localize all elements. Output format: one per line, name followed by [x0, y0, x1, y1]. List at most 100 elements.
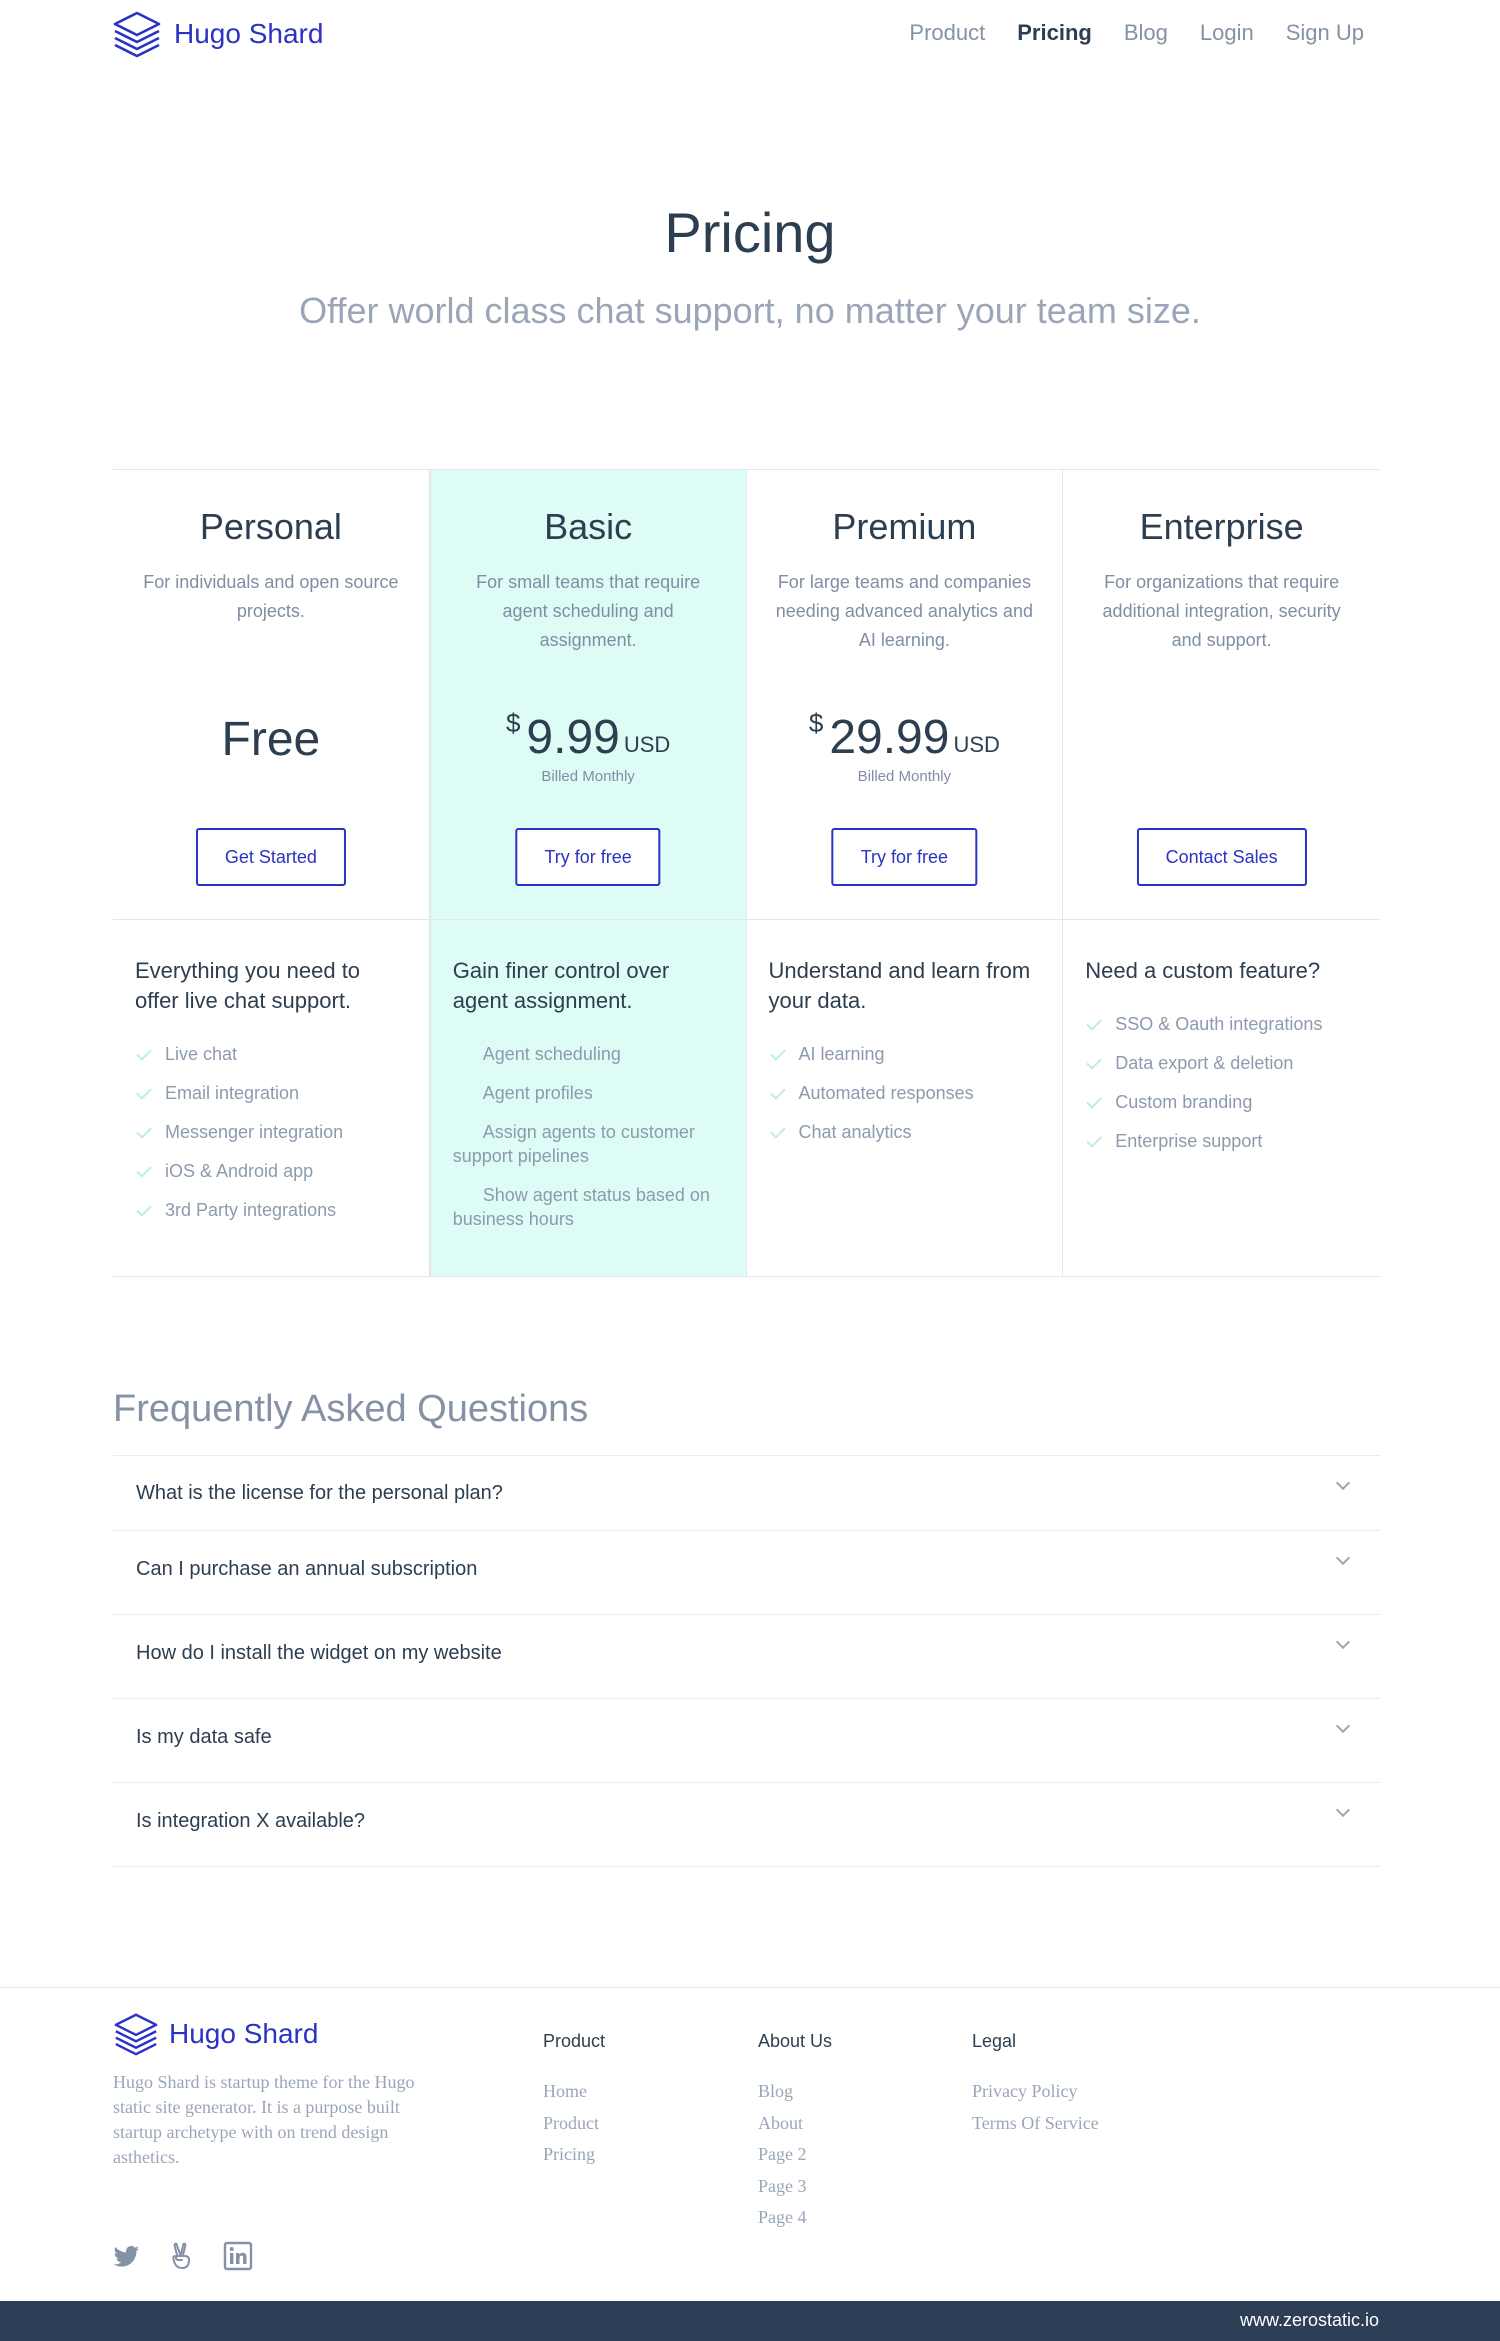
feature-item: Agent profiles [482, 1083, 593, 1103]
footer-link-pricing[interactable]: Pricing [543, 2139, 605, 2171]
footer-link-page-4[interactable]: Page 4 [758, 2202, 832, 2234]
feature-item: 3rd Party integrations [135, 1198, 407, 1222]
plan-header: Enterprise For organizations that requir… [1063, 470, 1380, 920]
footer-brand-name: Hugo Shard [169, 2018, 319, 2049]
feature-item: Agent scheduling [482, 1044, 621, 1064]
check-icon [1086, 1015, 1103, 1031]
footer-link-privacy[interactable]: Privacy Policy [972, 2076, 1099, 2108]
feature-item: AI learning [769, 1042, 1041, 1066]
feature-item: Show agent status based on business hour… [452, 1185, 710, 1229]
try-for-free-button[interactable]: Try for free [831, 828, 978, 886]
check-icon [136, 1201, 152, 1217]
footer-column-product: Product Home Product Pricing [543, 2031, 605, 2171]
features-heading: Need a custom feature? [1085, 958, 1321, 983]
layers-logo-icon [113, 11, 161, 58]
faq-question: Can I purchase an annual subscription [136, 1558, 478, 1580]
check-icon [769, 1123, 786, 1139]
feature-item: SSO & Oauth integrations [1085, 1012, 1358, 1036]
price-amount: 29.99 [829, 711, 950, 764]
plan-basic: Basic For small teams that require agent… [429, 470, 747, 1276]
feature-item: Enterprise support [1085, 1129, 1358, 1153]
plan-name: Premium [832, 506, 977, 547]
nav-signup[interactable]: Sign Up [1286, 20, 1364, 46]
faq-title: Frequently Asked Questions [113, 1388, 589, 1430]
try-for-free-button[interactable]: Try for free [515, 828, 661, 886]
feature-item: Live chat [135, 1042, 407, 1066]
faq-question: Is integration X available? [136, 1810, 366, 1832]
chevron-down-icon[interactable] [1335, 1550, 1351, 1566]
plan-price: $ 9.99 USD Billed Monthly [431, 708, 746, 785]
faq-item[interactable]: Is my data safe [113, 1699, 1380, 1783]
footer-brand-link[interactable]: Hugo Shard [113, 2012, 318, 2056]
check-icon [136, 1162, 152, 1178]
faq-question: Is my data safe [136, 1726, 272, 1748]
check-icon [1086, 1132, 1103, 1148]
plan-price: Free [113, 712, 429, 767]
faq-item[interactable]: How do I install the widget on my websit… [113, 1615, 1380, 1699]
plan-description: For organizations that require additiona… [1102, 572, 1341, 650]
faq-item[interactable]: Can I purchase an annual subscription [113, 1531, 1380, 1615]
plan-personal: Personal For individuals and open source… [113, 470, 430, 1276]
plan-features: Need a custom feature? SSO & Oauth integ… [1063, 920, 1380, 1153]
plan-header: Personal For individuals and open source… [113, 470, 429, 920]
chevron-down-icon[interactable] [1335, 1802, 1351, 1818]
twitter-icon[interactable] [111, 2241, 141, 2271]
social-links [111, 2241, 279, 2271]
check-icon [136, 1123, 152, 1139]
get-started-button[interactable]: Get Started [195, 828, 346, 886]
footer-link-product[interactable]: Product [543, 2108, 605, 2140]
check-icon [1086, 1054, 1103, 1070]
nav-pricing[interactable]: Pricing [1017, 20, 1092, 46]
pricing-table: Personal For individuals and open source… [113, 469, 1380, 1277]
price-free: Free [221, 713, 321, 766]
plan-name: Personal [199, 506, 342, 547]
feature-list: SSO & Oauth integrations Data export & d… [1085, 1012, 1358, 1153]
nav-blog[interactable]: Blog [1124, 20, 1168, 46]
nav-product[interactable]: Product [909, 20, 985, 46]
faq-question: How do I install the widget on my websit… [136, 1642, 502, 1664]
footer-column-title: Legal [972, 2031, 1017, 2051]
brand-link[interactable]: Hugo Shard [112, 10, 323, 58]
footer-link-home[interactable]: Home [543, 2076, 605, 2108]
layers-logo-icon [114, 2013, 158, 2056]
features-heading: Gain finer control over agent assignment… [452, 958, 670, 1013]
site-credit-link[interactable]: www.zerostatic.io [1240, 2310, 1379, 2331]
feature-item: Email integration [135, 1081, 407, 1105]
chevron-down-icon[interactable] [1335, 1718, 1351, 1734]
footer-link-page-2[interactable]: Page 2 [758, 2139, 832, 2171]
chevron-down-icon[interactable] [1335, 1634, 1351, 1650]
plan-features: Everything you need to offer live chat s… [113, 920, 429, 1222]
check-icon [1086, 1093, 1103, 1109]
footer-link-page-3[interactable]: Page 3 [758, 2171, 832, 2203]
plan-header: Premium For large teams and companies ne… [746, 470, 1063, 920]
price-currency: $ [808, 708, 824, 738]
price-currency: $ [505, 708, 521, 738]
faq-item[interactable]: Is integration X available? [113, 1783, 1380, 1867]
faq-item[interactable]: What is the license for the personal pla… [113, 1456, 1380, 1531]
chevron-down-icon[interactable] [1335, 1475, 1351, 1491]
feature-list: Live chat Email integration Messenger in… [135, 1042, 407, 1222]
footer-link-about[interactable]: About [758, 2108, 832, 2140]
nav-login[interactable]: Login [1200, 20, 1254, 46]
contact-sales-button[interactable]: Contact Sales [1136, 828, 1307, 886]
plan-features: Understand and learn from your data. AI … [747, 920, 1063, 1144]
footer-link-terms[interactable]: Terms Of Service [972, 2108, 1099, 2140]
faq-accordion: What is the license for the personal pla… [113, 1455, 1380, 1867]
plan-name: Enterprise [1139, 506, 1304, 547]
price-unit: USD [953, 732, 1000, 757]
feature-item: Automated responses [769, 1081, 1041, 1105]
billing-period: Billed Monthly [541, 768, 635, 785]
feature-list: Agent scheduling Agent profiles Assign a… [453, 1042, 724, 1231]
angellist-icon[interactable] [167, 2241, 197, 2271]
check-icon [769, 1084, 786, 1100]
feature-item: Data export & deletion [1085, 1051, 1358, 1075]
check-icon [136, 1084, 152, 1100]
linkedin-icon[interactable] [223, 2241, 253, 2271]
feature-item: Messenger integration [135, 1120, 407, 1144]
faq-question: What is the license for the personal pla… [136, 1482, 503, 1504]
footer-link-blog[interactable]: Blog [758, 2076, 832, 2108]
footer-column-about: About Us Blog About Page 2 Page 3 Page 4 [758, 2031, 832, 2234]
check-icon [769, 1045, 786, 1061]
main-nav: Product Pricing Blog Login Sign Up [877, 20, 1364, 46]
features-heading: Everything you need to offer live chat s… [135, 958, 361, 1013]
